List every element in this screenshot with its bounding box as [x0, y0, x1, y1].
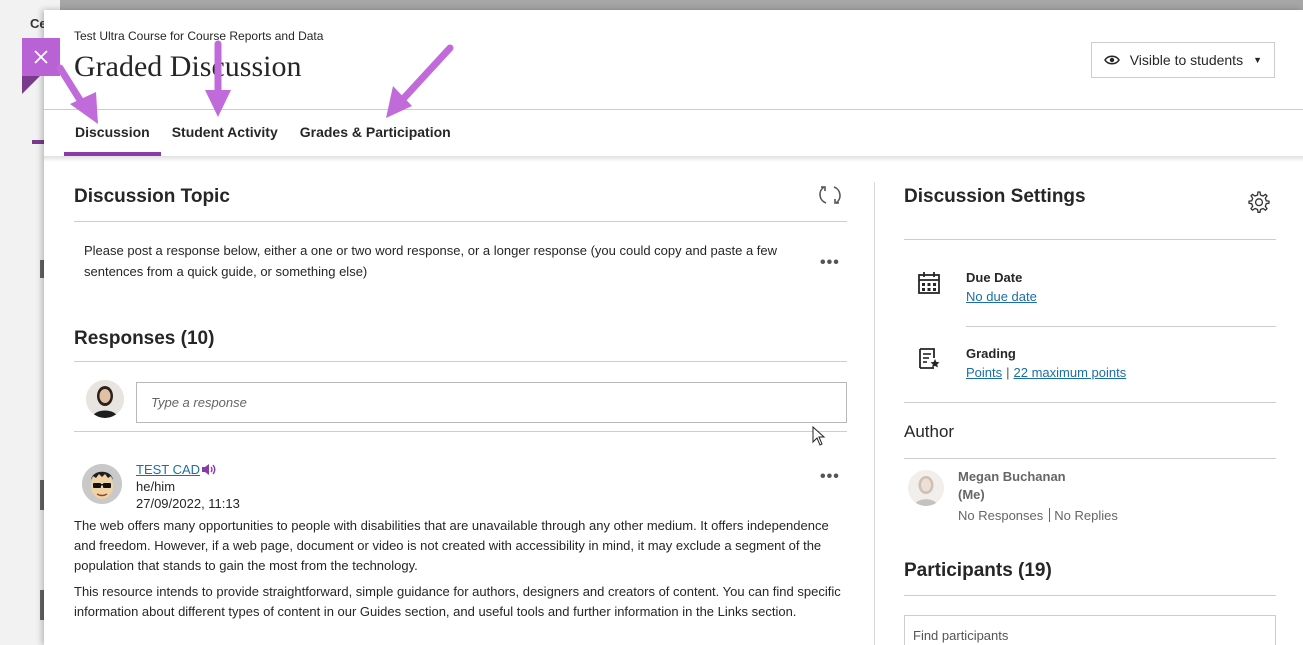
background-top-bar [0, 0, 1303, 10]
separator [1049, 508, 1051, 522]
close-button[interactable] [22, 38, 60, 76]
close-button-tail [22, 76, 40, 94]
participants-heading: Participants (19) [904, 560, 1052, 581]
refresh-icon[interactable] [817, 182, 843, 208]
post-timestamp: 27/09/2022, 11:13 [136, 496, 240, 511]
course-name: Test Ultra Course for Course Reports and… [74, 29, 324, 43]
author-name-text: Megan Buchanan [958, 469, 1066, 484]
grading-type-link[interactable]: Points [966, 365, 1002, 380]
topic-more-options-icon[interactable]: ••• [820, 254, 840, 272]
response-composer [74, 362, 847, 432]
visibility-label: Visible to students [1129, 52, 1244, 68]
settings-heading: Discussion Settings [904, 186, 1086, 207]
post-author-link[interactable]: TEST CAD [136, 462, 200, 477]
mouse-cursor-icon [812, 426, 826, 446]
responses-header: Responses (10) [74, 316, 847, 362]
topic-header: Discussion Topic [74, 170, 847, 222]
due-date-label: Due Date [966, 270, 1023, 285]
topic-text: Please post a response below, either a o… [84, 243, 778, 279]
tabs-shadow [44, 156, 1303, 162]
speaker-icon[interactable] [201, 463, 217, 476]
close-icon [34, 50, 48, 64]
calendar-icon [918, 272, 940, 294]
divider [904, 595, 1276, 596]
author-replies-count: No Replies [1054, 508, 1118, 523]
chevron-down-icon: ▼ [1253, 55, 1262, 65]
panel-header: Test Ultra Course for Course Reports and… [44, 10, 1303, 110]
tab-bar: Discussion Student Activity Grades & Par… [64, 110, 462, 156]
divider [904, 402, 1276, 403]
response-input[interactable] [136, 382, 847, 423]
post-more-options-icon[interactable]: ••• [820, 468, 840, 486]
due-date-link[interactable]: No due date [966, 289, 1037, 304]
author-stats: No Responses No Replies [958, 508, 1118, 523]
max-points-link[interactable]: 22 maximum points [1014, 365, 1127, 380]
topic-heading: Discussion Topic [74, 186, 230, 207]
visibility-dropdown[interactable]: Visible to students ▼ [1090, 42, 1275, 78]
find-participants-input[interactable] [904, 615, 1276, 645]
grading-setting: Grading Points | 22 maximum points [904, 326, 1276, 402]
background-mark [32, 140, 44, 144]
post-author-pronouns: he/him [136, 479, 176, 494]
author-heading: Author [904, 422, 955, 441]
responses-heading: Responses (10) [74, 328, 215, 349]
current-user-avatar [86, 380, 124, 418]
author-name: Megan Buchanan (Me) [958, 468, 1066, 504]
separator: | [1006, 365, 1010, 380]
settings-header: Discussion Settings [904, 170, 1276, 240]
column-divider [874, 182, 875, 645]
author-me-tag: (Me) [958, 487, 985, 502]
tab-student-activity[interactable]: Student Activity [161, 110, 289, 156]
tab-discussion[interactable]: Discussion [64, 110, 161, 156]
gear-icon[interactable] [1246, 190, 1270, 214]
tab-grades-participation[interactable]: Grades & Participation [289, 110, 462, 156]
divider [904, 458, 1276, 459]
grading-rubric-icon [919, 348, 940, 369]
grading-label: Grading [966, 346, 1016, 361]
page-title: Graded Discussion [74, 50, 302, 83]
post-body: The web offers many opportunities to peo… [74, 516, 847, 628]
post-paragraph: This resource intends to provide straigh… [74, 584, 841, 619]
eye-icon [1103, 55, 1120, 65]
post-author-avatar [82, 464, 122, 504]
due-date-setting: Due Date No due date [904, 250, 1276, 326]
author-responses-count: No Responses [958, 508, 1044, 523]
author-avatar [908, 470, 944, 506]
post-paragraph: The web offers many opportunities to peo… [74, 518, 829, 573]
discussion-panel: Test Ultra Course for Course Reports and… [44, 10, 1303, 645]
